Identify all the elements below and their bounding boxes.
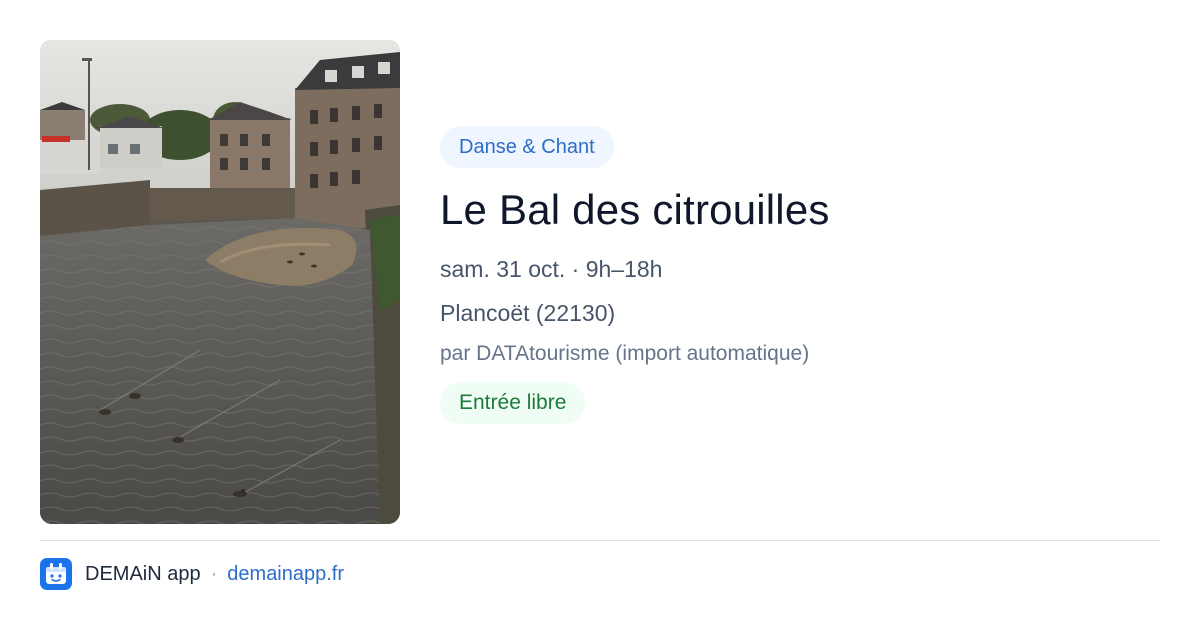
footer-divider <box>40 540 1160 541</box>
event-info: Danse & Chant Le Bal des citrouilles sam… <box>440 126 1160 424</box>
footer-separator: · <box>210 562 218 585</box>
category-badge[interactable]: Danse & Chant <box>440 126 614 168</box>
price-badge: Entrée libre <box>440 382 586 424</box>
app-name: DEMAiN app <box>85 562 201 585</box>
app-website-link[interactable]: demainapp.fr <box>227 563 344 586</box>
event-organizer: par DATAtourisme (import automatique) <box>440 342 810 365</box>
footer: DEMAiN app · demainapp.fr <box>40 558 344 590</box>
event-location: Plancoët (22130) <box>440 300 616 326</box>
event-photo[interactable] <box>40 40 400 524</box>
demain-logo-icon <box>40 558 72 590</box>
event-title: Le Bal des citrouilles <box>440 186 830 233</box>
event-date: sam. 31 oct. · 9h–18h <box>440 256 663 282</box>
event-card: Danse & Chant Le Bal des citrouilles sam… <box>0 0 1200 630</box>
